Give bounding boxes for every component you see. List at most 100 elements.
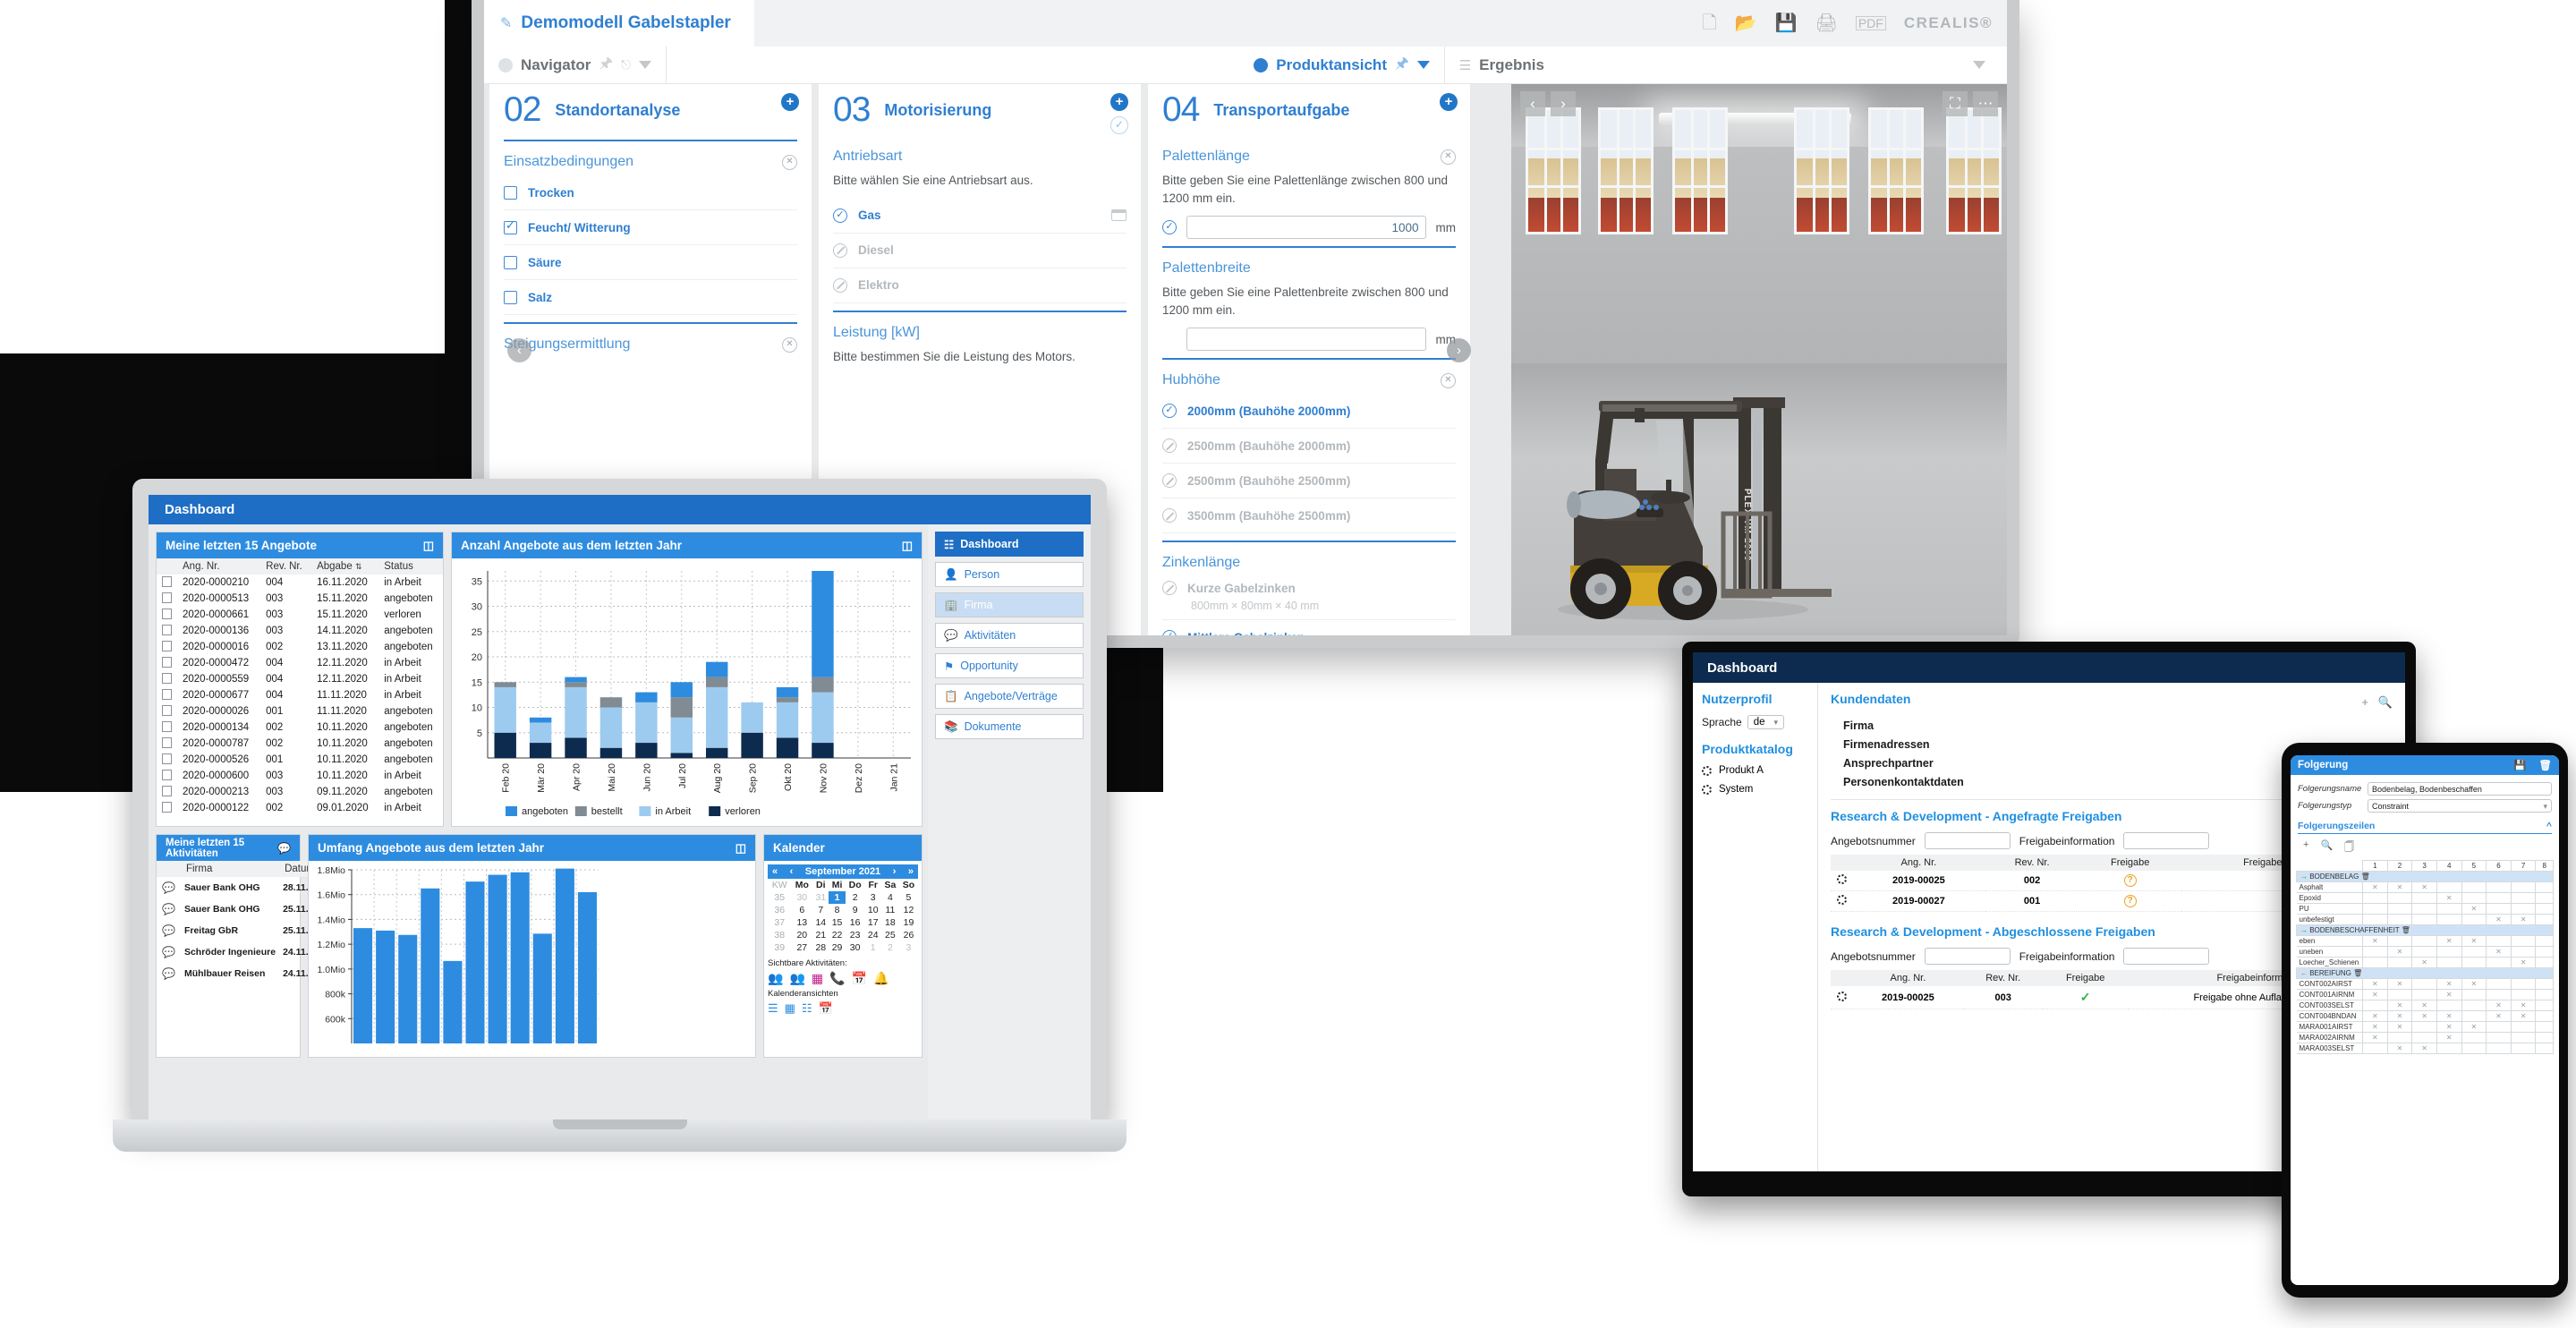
grid-cell[interactable]: ✕: [2386, 1010, 2413, 1022]
trash-icon[interactable]: 🗑: [2538, 759, 2552, 771]
add-row-button[interactable]: +: [2303, 839, 2308, 856]
sidebar-item-firma[interactable]: 🏢 Firma: [935, 592, 1084, 617]
pin-icon[interactable]: 🖈: [599, 52, 613, 78]
grid-col-header[interactable]: 3: [2411, 860, 2437, 872]
sidebar-item-dashboard[interactable]: ☷ Dashboard: [935, 532, 1084, 557]
grid-col-header[interactable]: 5: [2461, 860, 2487, 872]
table-row[interactable]: 💬 Sauer Bank OHG 25.11.2020: [157, 898, 333, 920]
grid-cell[interactable]: ✕: [2362, 935, 2388, 947]
grid-cell[interactable]: ✕: [2386, 978, 2413, 990]
grid-cell[interactable]: [2436, 946, 2462, 958]
ergebnis-segment[interactable]: ☰ Ergebnis: [1445, 47, 2007, 84]
navigator-segment[interactable]: Navigator 🖈 ⎋: [484, 46, 667, 84]
grid-cell[interactable]: ✕: [2510, 914, 2537, 925]
option-saeure[interactable]: Säure: [504, 245, 797, 280]
calendar-icon[interactable]: 📅: [852, 971, 867, 986]
save-icon[interactable]: 💾: [2513, 759, 2526, 771]
more-icon[interactable]: ⋯: [1973, 91, 1998, 116]
grid-cell[interactable]: ✕: [2411, 1043, 2437, 1054]
calendar-day[interactable]: 2: [881, 941, 899, 954]
grid-cell[interactable]: [2535, 978, 2554, 990]
grid-cell[interactable]: ✕: [2411, 957, 2437, 968]
calendar-day[interactable]: 14: [812, 916, 829, 929]
grid-cell[interactable]: ✕: [2486, 1000, 2512, 1011]
calendar-day[interactable]: 29: [829, 941, 845, 954]
grid-col-header[interactable]: 8: [2535, 860, 2554, 872]
language-select[interactable]: de ▾: [1747, 715, 1785, 729]
calendar-day[interactable]: 23: [846, 929, 865, 941]
sidebar-item-opportunity[interactable]: ⚑ Opportunity: [935, 653, 1084, 678]
filter-input-freigabeinfo[interactable]: [2123, 832, 2210, 849]
grid-cell[interactable]: ✕: [2411, 1010, 2437, 1022]
col-ang-nr[interactable]: Ang. Nr.: [1852, 970, 1964, 986]
next-year-button[interactable]: »: [908, 866, 914, 877]
option-hub-1[interactable]: ✓ 2000mm (Bauhöhe 2000mm): [1162, 394, 1456, 430]
grid-cell[interactable]: [2510, 892, 2537, 904]
grid-cell[interactable]: ✕: [2510, 957, 2537, 968]
grid-cell[interactable]: [2411, 892, 2437, 904]
popout-icon[interactable]: ⎋: [621, 57, 631, 72]
grid-cell[interactable]: [2510, 978, 2537, 990]
agenda-view-icon[interactable]: 📅: [819, 1001, 833, 1016]
grid-cell[interactable]: [2362, 903, 2388, 915]
grid-cell[interactable]: [2386, 935, 2413, 947]
grid-cell[interactable]: [2510, 1043, 2537, 1054]
clear-icon-2[interactable]: ✕: [782, 336, 797, 353]
sidebar-item-aktivit-ten[interactable]: 💬 Aktivitäten: [935, 623, 1084, 648]
col-status[interactable]: Status: [378, 558, 443, 575]
grid-cell[interactable]: [2461, 881, 2487, 893]
grid-cell[interactable]: ✕: [2411, 881, 2437, 893]
table-row[interactable]: 2020-0000134 002 10.11.2020 angeboten: [157, 719, 443, 736]
chevron-up-icon[interactable]: ^: [2546, 821, 2552, 831]
grid-cell[interactable]: [2510, 935, 2537, 947]
grid-cell[interactable]: [2486, 978, 2512, 990]
table-row[interactable]: 💬 Schröder Ingenieure 24.11.2020: [157, 941, 333, 963]
grid-cell[interactable]: [2386, 903, 2413, 915]
pin-icon-2[interactable]: 🖈: [1395, 52, 1409, 78]
check-circle-icon-3[interactable]: ✓: [1162, 630, 1177, 635]
table-row[interactable]: 2020-0000787 002 10.11.2020 angeboten: [157, 736, 443, 752]
grid-cell[interactable]: ✕: [2436, 935, 2462, 947]
calendar-day[interactable]: 2: [846, 891, 865, 904]
option-zinken-2[interactable]: ✓ Mittlere Gabelzinken: [1162, 619, 1456, 635]
grid-cell[interactable]: [2535, 1043, 2554, 1054]
grid-cell[interactable]: [2486, 1021, 2512, 1033]
checkbox-icon[interactable]: [504, 255, 517, 269]
table-row[interactable]: 2020-0000559 004 12.11.2020 in Arbeit: [157, 671, 443, 687]
group-meeting-icon[interactable]: 👥: [768, 971, 783, 986]
calendar-day[interactable]: 28: [812, 941, 829, 954]
search-icon[interactable]: 🔍: [2378, 695, 2393, 709]
grid-cell[interactable]: [2510, 946, 2537, 958]
table-row[interactable]: 2020-0000210 004 16.11.2020 in Arbeit: [157, 575, 443, 591]
grid-cell[interactable]: [2436, 1000, 2462, 1011]
grid-cell[interactable]: [2486, 935, 2512, 947]
scroll-left-button[interactable]: ‹: [507, 338, 531, 362]
task-icon[interactable]: ▦: [812, 971, 823, 986]
grid-cell[interactable]: ✕: [2362, 978, 2388, 990]
option-salz[interactable]: Salz: [504, 280, 797, 315]
grid-cell[interactable]: ✕: [2362, 1032, 2388, 1043]
table-row[interactable]: 2020-0000472 004 12.11.2020 in Arbeit: [157, 655, 443, 671]
grid-cell[interactable]: ✕: [2510, 1000, 2537, 1011]
list-view-icon[interactable]: ☰: [768, 1001, 778, 1016]
calendar-day[interactable]: 31: [812, 891, 829, 904]
calendar-day[interactable]: 9: [846, 904, 865, 916]
next-view-button[interactable]: ›: [1551, 91, 1576, 116]
grid-group-row[interactable]: ← BEREIFUNG 🗑: [2296, 967, 2554, 979]
palettenbreite-input[interactable]: [1186, 328, 1426, 352]
checkbox-icon[interactable]: [504, 185, 517, 200]
col-rev-nr[interactable]: Rev. Nr.: [1985, 855, 2079, 871]
grid-cell[interactable]: ✕: [2362, 1021, 2388, 1033]
calendar-day[interactable]: 3: [865, 891, 881, 904]
grid-cell[interactable]: [2436, 957, 2462, 968]
grid-cell[interactable]: [2436, 1043, 2462, 1054]
table-row[interactable]: 2020-0000213 003 09.11.2020 angeboten: [157, 784, 443, 800]
grid-cell[interactable]: [2510, 1032, 2537, 1043]
option-feucht[interactable]: Feucht/ Witterung: [504, 210, 797, 245]
col-firma[interactable]: Firma: [180, 861, 280, 877]
grid-cell[interactable]: ✕: [2386, 881, 2413, 893]
grid-cell[interactable]: [2535, 957, 2554, 968]
grid-cell[interactable]: ✕: [2386, 1021, 2413, 1033]
table-row[interactable]: 💬 Mühlbauer Reisen 24.11.2020: [157, 963, 333, 984]
grid-cell[interactable]: [2411, 1032, 2437, 1043]
